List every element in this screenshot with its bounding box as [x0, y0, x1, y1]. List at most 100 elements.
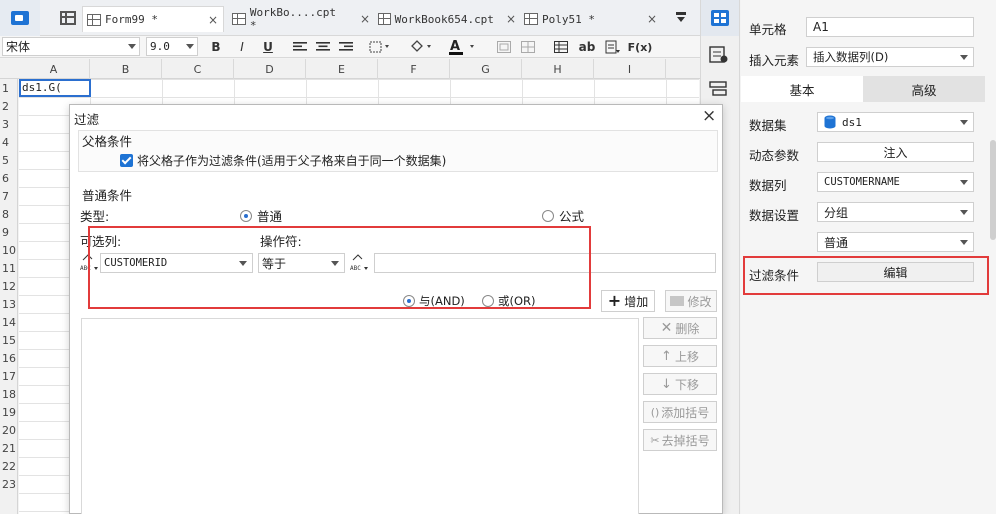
column-header[interactable]: F: [378, 59, 450, 79]
tab-workbook654[interactable]: WorkBook654.cpt ×: [374, 6, 516, 32]
grid-icon[interactable]: [60, 11, 76, 25]
column-header[interactable]: B: [90, 59, 162, 79]
close-icon[interactable]: ×: [702, 106, 716, 126]
condition-list[interactable]: [81, 318, 639, 514]
chevron-down-icon: [960, 180, 968, 185]
split-cells-icon[interactable]: [520, 38, 536, 56]
condition-attribute-icon[interactable]: [709, 80, 731, 98]
cell-value: A1: [813, 20, 829, 34]
parent-as-filter-checkbox[interactable]: 将父格子作为过滤条件(适用于父子格来自于同一个数据集): [120, 152, 446, 169]
edit-filter-button[interactable]: 编辑: [817, 262, 974, 282]
dataset-select[interactable]: ds1: [817, 112, 974, 132]
font-size-select[interactable]: 9.0: [146, 37, 198, 56]
font-family-select[interactable]: 宋体: [2, 37, 140, 56]
row-header[interactable]: 8: [0, 205, 18, 223]
app-logo-icon[interactable]: [0, 0, 40, 36]
grid-lines-icon[interactable]: [553, 38, 569, 56]
row-header[interactable]: 11: [0, 259, 18, 277]
tab-form99[interactable]: Form99 * ×: [82, 6, 224, 32]
workbook-file-icon: [232, 13, 246, 25]
cell-properties-icon[interactable]: [701, 0, 739, 36]
column-header[interactable]: C: [162, 59, 234, 79]
insert-element-select[interactable]: 插入数据列(D): [806, 47, 974, 67]
data-column-select[interactable]: CUSTOMERNAME: [817, 172, 974, 192]
italic-button[interactable]: I: [234, 38, 250, 56]
delete-condition-button[interactable]: ✕ 删除: [643, 317, 717, 339]
row-header[interactable]: 1: [0, 79, 18, 97]
close-icon[interactable]: ×: [360, 12, 370, 26]
row-header[interactable]: 16: [0, 349, 18, 367]
column-header[interactable]: E: [306, 59, 378, 79]
row-header[interactable]: 5: [0, 151, 18, 169]
underline-button[interactable]: U: [260, 38, 276, 56]
dialog-title-bar[interactable]: 过滤 ×: [70, 105, 722, 129]
data-setting-value: 分组: [824, 205, 849, 220]
row-header[interactable]: 14: [0, 313, 18, 331]
align-right-icon[interactable]: [338, 38, 354, 56]
text-format-button[interactable]: ab: [577, 38, 597, 56]
edit-icon: [670, 296, 685, 306]
inject-button[interactable]: 注入: [817, 142, 974, 162]
row-header[interactable]: 18: [0, 385, 18, 403]
remove-parenthesis-icon: ✂: [650, 433, 660, 447]
bold-button[interactable]: B: [208, 38, 224, 56]
row-header[interactable]: 13: [0, 295, 18, 313]
row-header[interactable]: 19: [0, 403, 18, 421]
close-icon[interactable]: ×: [506, 12, 516, 26]
insert-element-label: 插入元素: [749, 53, 800, 68]
row-header[interactable]: 7: [0, 187, 18, 205]
tab-advanced[interactable]: 高级: [863, 76, 985, 102]
type-normal-radio[interactable]: 普通: [240, 206, 282, 225]
row-header[interactable]: 10: [0, 241, 18, 259]
modify-condition-button[interactable]: 修改: [665, 290, 717, 312]
row-header[interactable]: 17: [0, 367, 18, 385]
tab-dropdown-icon[interactable]: [676, 12, 688, 24]
close-icon[interactable]: ×: [208, 13, 218, 27]
column-header[interactable]: G: [450, 59, 522, 79]
add-paren-label: 添加括号: [661, 405, 710, 420]
align-left-icon[interactable]: [292, 38, 308, 56]
formula-button[interactable]: F(x): [628, 38, 653, 56]
close-icon[interactable]: ×: [647, 12, 657, 26]
row-header[interactable]: 4: [0, 133, 18, 151]
column-header[interactable]: D: [234, 59, 306, 79]
scrollbar[interactable]: [990, 140, 996, 240]
group-mode-select[interactable]: 普通: [817, 232, 974, 252]
cell-element-icon[interactable]: [709, 46, 731, 64]
align-center-icon[interactable]: [315, 38, 331, 56]
fill-color-icon[interactable]: [408, 38, 436, 56]
column-header[interactable]: A: [18, 59, 90, 79]
cell-a1[interactable]: ds1.G(: [19, 79, 91, 97]
row-header[interactable]: 12: [0, 277, 18, 295]
row-header[interactable]: 23: [0, 475, 18, 493]
insert-icon[interactable]: [604, 38, 622, 56]
row-header[interactable]: 3: [0, 115, 18, 133]
tab-poly51[interactable]: Poly51 * ×: [520, 6, 662, 32]
cell-field[interactable]: A1: [806, 17, 974, 37]
font-color-icon[interactable]: A: [448, 38, 480, 56]
add-condition-button[interactable]: + 增加: [601, 290, 655, 312]
chevron-down-icon: [960, 120, 968, 125]
type-formula-radio[interactable]: 公式: [542, 206, 584, 225]
row-header[interactable]: 2: [0, 97, 18, 115]
chevron-down-icon: [960, 240, 968, 245]
row-header[interactable]: 9: [0, 223, 18, 241]
move-up-button[interactable]: ↑ 上移: [643, 345, 717, 367]
border-icon[interactable]: [368, 38, 394, 56]
column-header[interactable]: H: [522, 59, 594, 79]
row-header[interactable]: 20: [0, 421, 18, 439]
tab-basic[interactable]: 基本: [741, 76, 863, 102]
row-header[interactable]: 6: [0, 169, 18, 187]
remove-parenthesis-button[interactable]: ✂ 去掉括号: [643, 429, 717, 451]
row-header[interactable]: 21: [0, 439, 18, 457]
data-setting-select[interactable]: 分组: [817, 202, 974, 222]
move-down-button[interactable]: ↓ 下移: [643, 373, 717, 395]
merge-cells-icon[interactable]: [496, 38, 512, 56]
column-header[interactable]: I: [594, 59, 666, 79]
parenthesis-icon: (): [650, 405, 660, 419]
add-parenthesis-button[interactable]: () 添加括号: [643, 401, 717, 423]
row-header[interactable]: 15: [0, 331, 18, 349]
row-header[interactable]: 22: [0, 457, 18, 475]
tab-workbook-cpt[interactable]: WorkBo....cpt * ×: [228, 6, 370, 32]
filter-condition-label: 过滤条件: [749, 268, 800, 283]
